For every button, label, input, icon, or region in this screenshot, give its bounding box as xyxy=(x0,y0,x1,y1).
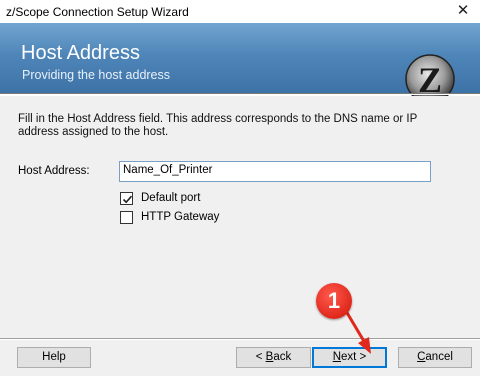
cancel-button[interactable]: Cancel xyxy=(398,347,472,368)
next-mnemonic: N xyxy=(332,351,342,363)
banner-divider xyxy=(0,93,480,95)
checkmark-icon xyxy=(122,195,133,204)
close-icon[interactable]: ✕ xyxy=(446,0,480,23)
title-bar: z/Scope Connection Setup Wizard ✕ xyxy=(0,0,480,23)
help-button[interactable]: Help xyxy=(17,347,91,368)
back-rest: ack xyxy=(273,351,292,363)
next-rest: ext > xyxy=(341,351,367,363)
host-address-input[interactable]: Name_Of_Printer xyxy=(119,161,431,182)
host-address-label: Host Address: xyxy=(18,165,90,177)
cancel-rest: ancel xyxy=(425,351,453,363)
back-button[interactable]: < Back xyxy=(236,347,311,368)
http-gateway-checkbox[interactable] xyxy=(120,211,133,224)
instruction-text: Fill in the Host Address field. This add… xyxy=(18,113,418,138)
next-button[interactable]: Next > xyxy=(312,347,387,368)
window-title: z/Scope Connection Setup Wizard xyxy=(6,5,189,19)
page-title: Host Address xyxy=(21,42,140,64)
step-number-badge: 1 xyxy=(316,283,352,319)
default-port-label[interactable]: Default port xyxy=(141,192,200,204)
page-subtitle: Providing the host address xyxy=(22,68,171,82)
wizard-banner: Host Address Providing the host address … xyxy=(0,23,480,116)
wizard-content: Fill in the Host Address field. This add… xyxy=(0,96,480,338)
http-gateway-label[interactable]: HTTP Gateway xyxy=(141,211,219,223)
default-port-checkbox[interactable] xyxy=(120,192,133,205)
back-prefix: < xyxy=(255,351,266,363)
